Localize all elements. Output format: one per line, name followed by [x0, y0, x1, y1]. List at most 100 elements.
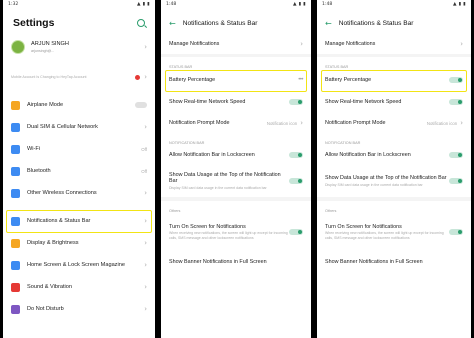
wireless-icon	[11, 188, 20, 198]
chevron-right-icon: ›	[300, 40, 303, 48]
highlight-box	[6, 210, 152, 233]
settings-item-wifi[interactable]: Wi-Fi Off	[3, 138, 155, 160]
settings-item-label: Home Screen & Lock Screen Magazine	[27, 262, 125, 268]
status-bar: 1:48 ▲ ▮ ▮	[317, 0, 471, 12]
status-bar: 1:48 ▲ ▮ ▮	[161, 0, 311, 12]
banner-row[interactable]: Show Banner Notifications in Full Screen	[161, 251, 311, 273]
wifi-status: Off	[141, 146, 147, 152]
banner-label: Show Banner Notifications in Full Screen	[325, 258, 423, 265]
lockscreen-toggle[interactable]	[449, 152, 463, 158]
chevron-right-icon: ›	[144, 43, 147, 51]
settings-item-label: Dual SIM & Cellular Network	[27, 124, 98, 130]
prompt-mode-value: Notification icon	[426, 120, 458, 126]
back-arrow-icon[interactable]: ←	[169, 19, 176, 28]
wifi-icon	[11, 144, 20, 154]
manage-notifications-row[interactable]: Manage Notifications ›	[317, 34, 471, 54]
sound-icon	[11, 282, 20, 292]
data-usage-row[interactable]: Show Data Usage at the Top of the Notifi…	[317, 165, 471, 197]
settings-item-wireless[interactable]: Other Wireless Connections ›	[3, 182, 155, 204]
network-speed-toggle[interactable]	[289, 99, 303, 105]
data-usage-toggle[interactable]	[289, 178, 303, 184]
notice-text: Mobile Account Is Changing to HeyTap Acc…	[11, 74, 87, 79]
settings-item-notifications[interactable]: Notifications & Status Bar ›	[3, 210, 155, 233]
lockscreen-row[interactable]: Allow Notification Bar in Lockscreen	[317, 145, 471, 165]
network-speed-row[interactable]: Show Real-time Network Speed	[161, 91, 311, 113]
settings-header: Settings	[3, 12, 155, 34]
settings-list: Airplane Mode Dual SIM & Cellular Networ…	[3, 94, 155, 320]
section-header-status-bar: STATUS BAR	[169, 65, 193, 69]
chevron-right-icon: ›	[144, 283, 147, 291]
notification-badge	[135, 74, 141, 80]
lockscreen-row[interactable]: Allow Notification Bar in Lockscreen	[161, 145, 311, 165]
airplane-icon	[11, 100, 20, 110]
back-arrow-icon[interactable]: ←	[325, 19, 332, 28]
network-speed-row[interactable]: Show Real-time Network Speed	[317, 91, 471, 113]
data-usage-desc: Display SIM card data usage in the curre…	[169, 185, 267, 190]
status-icons: ▲ ▮ ▮	[292, 2, 306, 7]
turn-on-screen-desc: When receiving new notifications, the sc…	[169, 231, 288, 240]
settings-item-dnd[interactable]: Do Not Disturb ›	[3, 298, 155, 320]
settings-item-sound[interactable]: Sound & Vibration ›	[3, 276, 155, 298]
manage-notifications-label: Manage Notifications	[325, 40, 376, 47]
settings-item-bluetooth[interactable]: Bluetooth Off	[3, 160, 155, 182]
highlight-box	[165, 70, 307, 92]
airplane-toggle[interactable]	[135, 102, 147, 108]
section-header-notification-bar: NOTIFICATION BAR	[325, 141, 361, 145]
data-usage-toggle[interactable]	[449, 178, 463, 184]
settings-item-display[interactable]: Display & Brightness ›	[3, 232, 155, 254]
page-title: Notifications & Status Bar	[182, 19, 258, 27]
chevron-right-icon: ›	[144, 261, 147, 269]
network-speed-label: Show Real-time Network Speed	[169, 98, 246, 105]
data-usage-row[interactable]: Show Data Usage at the Top of the Notifi…	[161, 165, 311, 197]
chevron-right-icon: ›	[144, 73, 147, 81]
search-icon[interactable]	[137, 19, 145, 27]
turn-on-screen-desc: When receiving new notifications, the sc…	[325, 231, 444, 240]
prompt-mode-label: Notification Prompt Mode	[169, 119, 230, 126]
lockscreen-toggle[interactable]	[289, 152, 303, 158]
bluetooth-icon	[11, 166, 20, 176]
chevron-right-icon: ›	[300, 119, 303, 127]
turn-on-screen-label: Turn On Screen for Notifications	[169, 223, 246, 230]
notif-header: ← Notifications & Status Bar	[161, 12, 311, 34]
status-time: 1:32	[8, 2, 19, 7]
moon-icon	[11, 304, 20, 314]
bluetooth-status: Off	[141, 168, 147, 174]
manage-notifications-row[interactable]: Manage Notifications ›	[161, 34, 311, 54]
chevron-right-icon: ›	[460, 119, 463, 127]
banner-row[interactable]: Show Banner Notifications in Full Screen	[317, 251, 471, 273]
lockscreen-label: Allow Notification Bar in Lockscreen	[325, 151, 411, 158]
turn-on-screen-toggle[interactable]	[449, 229, 463, 235]
lockscreen-label: Allow Notification Bar in Lockscreen	[169, 151, 255, 158]
page-title: Settings	[13, 17, 55, 29]
account-row[interactable]: ARJUN SINGH arjunsingh@... ›	[3, 34, 155, 60]
status-icons: ▲ ▮ ▮	[452, 2, 466, 7]
settings-item-home-screen[interactable]: Home Screen & Lock Screen Magazine ›	[3, 254, 155, 276]
settings-item-dual-sim[interactable]: Dual SIM & Cellular Network ›	[3, 116, 155, 138]
prompt-mode-row[interactable]: Notification Prompt Mode Notification ic…	[317, 113, 471, 133]
status-icons: ▲ ▮ ▮	[136, 2, 150, 7]
turn-on-screen-row[interactable]: Turn On Screen for Notifications When re…	[161, 213, 311, 251]
sim-card-icon	[11, 122, 20, 132]
turn-on-screen-row[interactable]: Turn On Screen for Notifications When re…	[317, 213, 471, 251]
manage-notifications-label: Manage Notifications	[169, 40, 220, 47]
battery-percentage-row[interactable]: Battery Percentage •••	[161, 69, 311, 92]
status-time: 1:48	[322, 2, 333, 7]
chevron-right-icon: ›	[144, 123, 147, 131]
notifications-screen-a: 1:48 ▲ ▮ ▮ ← Notifications & Status Bar …	[161, 0, 311, 338]
account-notice[interactable]: Mobile Account Is Changing to HeyTap Acc…	[3, 66, 155, 88]
prompt-mode-row[interactable]: Notification Prompt Mode Notification ic…	[161, 113, 311, 133]
data-usage-label: Show Data Usage at the Top of the Notifi…	[169, 171, 281, 185]
section-header-others: Others	[169, 209, 181, 213]
brightness-icon	[11, 238, 20, 248]
home-screen-icon	[11, 260, 20, 270]
settings-item-label: Bluetooth	[27, 168, 51, 174]
notif-header: ← Notifications & Status Bar	[317, 12, 471, 34]
data-usage-label: Show Data Usage at the Top of the Notifi…	[325, 175, 447, 181]
chevron-right-icon: ›	[144, 305, 147, 313]
settings-item-airplane-mode[interactable]: Airplane Mode	[3, 94, 155, 116]
prompt-mode-label: Notification Prompt Mode	[325, 119, 386, 126]
turn-on-screen-toggle[interactable]	[289, 229, 303, 235]
chevron-right-icon: ›	[144, 189, 147, 197]
battery-percentage-row[interactable]: Battery Percentage	[317, 69, 471, 92]
network-speed-toggle[interactable]	[449, 99, 463, 105]
